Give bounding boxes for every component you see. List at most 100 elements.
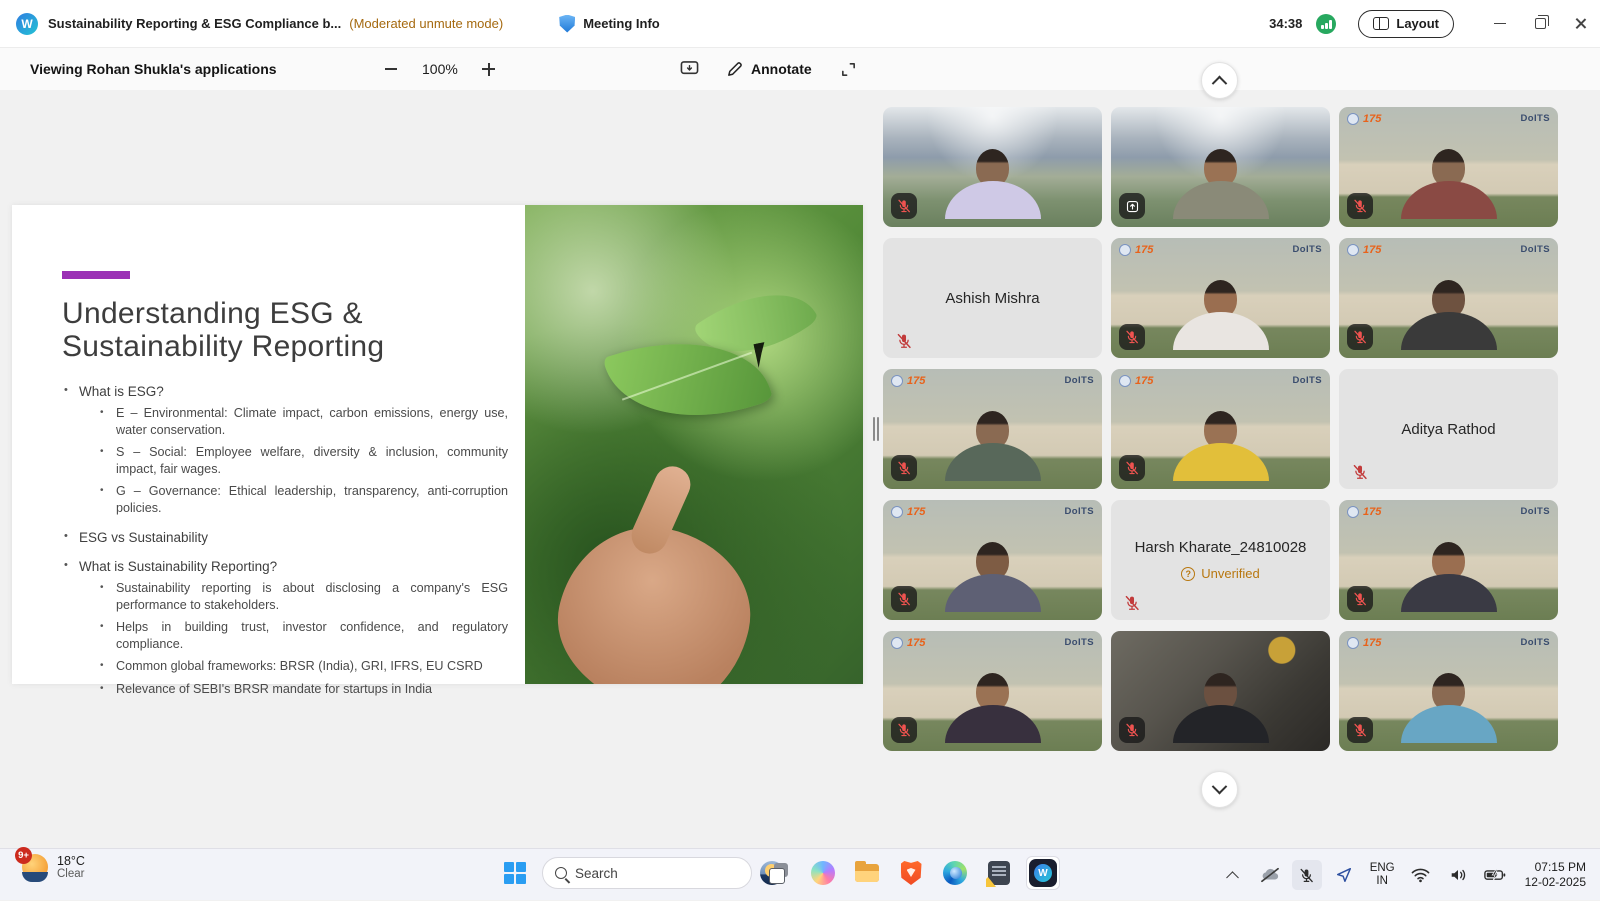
weather-widget[interactable]: 9+ 18°C Clear bbox=[22, 854, 85, 880]
volume-icon[interactable] bbox=[1443, 860, 1473, 890]
bullet: S – Social: Employee welfare, diversity … bbox=[98, 444, 508, 477]
layout-button[interactable]: Layout bbox=[1358, 10, 1454, 38]
meeting-title: Sustainability Reporting & ESG Complianc… bbox=[48, 16, 341, 31]
bullet: Helps in building trust, investor confid… bbox=[98, 619, 508, 652]
doits-watermark: DoITS bbox=[1065, 506, 1094, 517]
bullet: What is Sustainability Reporting? bbox=[62, 559, 520, 574]
tray-overflow-chevron[interactable] bbox=[1218, 860, 1248, 890]
participant-tile[interactable]: 175 DoITS bbox=[1111, 369, 1330, 489]
search-input[interactable] bbox=[575, 866, 752, 881]
iitr-seal-icon bbox=[1119, 244, 1131, 256]
copilot-icon[interactable] bbox=[806, 856, 840, 890]
iitr-seal-icon bbox=[1347, 113, 1359, 125]
participant-tile[interactable] bbox=[1111, 631, 1330, 751]
participant-name: Harsh Kharate_24810028 bbox=[1135, 539, 1307, 556]
shared-content-stage: Understanding ESG & Sustainability Repor… bbox=[0, 90, 1600, 848]
expand-icon[interactable] bbox=[838, 58, 860, 80]
iitr-seal-icon bbox=[891, 375, 903, 387]
doits-watermark: DoITS bbox=[1293, 244, 1322, 255]
participant-tile[interactable]: 175 DoITS bbox=[883, 369, 1102, 489]
show-on-monitor-icon[interactable] bbox=[678, 58, 700, 80]
meeting-info-button[interactable]: Meeting Info bbox=[559, 15, 660, 33]
shield-icon bbox=[559, 15, 575, 33]
participant-tile[interactable]: Aditya Rathod bbox=[1339, 369, 1558, 489]
file-explorer-icon[interactable] bbox=[850, 856, 884, 890]
doits-watermark: DoITS bbox=[1521, 637, 1550, 648]
mic-muted-icon bbox=[891, 586, 917, 612]
participant-name: Aditya Rathod bbox=[1401, 421, 1495, 438]
mic-muted-icon bbox=[895, 332, 913, 350]
participant-video bbox=[1169, 280, 1273, 358]
bullet: G – Governance: Ethical leadership, tran… bbox=[98, 483, 508, 516]
participant-video bbox=[941, 149, 1045, 227]
participant-video bbox=[1169, 411, 1273, 489]
mic-muted-icon bbox=[1119, 717, 1145, 743]
start-button[interactable] bbox=[498, 856, 532, 890]
weather-temp: 18°C bbox=[57, 854, 85, 868]
participant-tile[interactable]: 175 DoITS bbox=[1339, 500, 1558, 620]
notepad-icon[interactable] bbox=[982, 856, 1016, 890]
connection-quality-icon[interactable] bbox=[1316, 14, 1336, 34]
zoom-out-button[interactable] bbox=[380, 58, 402, 80]
webex-app-icon[interactable]: W bbox=[1026, 856, 1060, 890]
window-titlebar: W Sustainability Reporting & ESG Complia… bbox=[0, 0, 1600, 48]
mic-muted-icon bbox=[1119, 455, 1145, 481]
minimize-button[interactable] bbox=[1480, 7, 1520, 41]
zoom-in-button[interactable] bbox=[478, 58, 500, 80]
participant-tile[interactable]: 175 DoITS bbox=[1339, 631, 1558, 751]
annotate-button[interactable]: Annotate bbox=[726, 61, 812, 78]
onedrive-offline-icon[interactable] bbox=[1255, 860, 1285, 890]
unverified-icon bbox=[1181, 567, 1195, 581]
mic-muted-icon bbox=[891, 717, 917, 743]
edge-browser-icon[interactable] bbox=[938, 856, 972, 890]
participant-tile[interactable]: Ashish Mishra bbox=[883, 238, 1102, 358]
participant-grid: 175 DoITS Ashish Mishra 175 DoITS 175 Do… bbox=[883, 107, 1558, 751]
close-button[interactable] bbox=[1560, 7, 1600, 41]
zoom-level: 100% bbox=[422, 61, 458, 77]
collapse-panel-button[interactable] bbox=[1201, 62, 1238, 99]
participant-name: Ashish Mishra bbox=[945, 290, 1039, 307]
webex-logo-icon: W bbox=[16, 13, 38, 35]
slide-bullets: What is ESG? E – Environmental: Climate … bbox=[62, 373, 520, 697]
taskbar-clock[interactable]: 07:15 PM 12-02-2025 bbox=[1517, 860, 1592, 890]
tray-mic-muted-icon[interactable] bbox=[1292, 860, 1322, 890]
participant-tile[interactable] bbox=[883, 107, 1102, 227]
participant-tile[interactable]: 175 DoITS bbox=[883, 500, 1102, 620]
bullet: What is ESG? bbox=[62, 384, 520, 399]
location-in-use-icon[interactable] bbox=[1329, 860, 1359, 890]
participant-tile[interactable]: 175 DoITS bbox=[1111, 238, 1330, 358]
mic-muted-icon bbox=[1351, 463, 1369, 481]
participant-tile[interactable]: 175 DoITS bbox=[1339, 107, 1558, 227]
iitr-logo: 175 bbox=[891, 506, 925, 518]
maximize-button[interactable] bbox=[1520, 7, 1560, 41]
slide-title: Understanding ESG & Sustainability Repor… bbox=[62, 297, 384, 363]
iitr-logo: 175 bbox=[1119, 244, 1153, 256]
iitr-seal-icon bbox=[891, 506, 903, 518]
mic-muted-icon bbox=[1347, 193, 1373, 219]
wifi-icon[interactable] bbox=[1406, 860, 1436, 890]
mic-muted-icon bbox=[1119, 324, 1145, 350]
windows-taskbar: 9+ 18°C Clear W ENG bbox=[0, 848, 1600, 900]
notification-count-badge: 9+ bbox=[15, 847, 32, 864]
unverified-badge: Unverified bbox=[1181, 566, 1260, 581]
iitr-logo: 175 bbox=[891, 375, 925, 387]
taskbar-search[interactable] bbox=[542, 857, 752, 889]
participant-tile[interactable]: Harsh Kharate_24810028 Unverified bbox=[1111, 500, 1330, 620]
language-switcher[interactable]: ENG IN bbox=[1366, 862, 1399, 888]
mic-muted-icon bbox=[1123, 594, 1141, 612]
iitr-seal-icon bbox=[1347, 637, 1359, 649]
participant-video bbox=[1169, 673, 1273, 751]
panel-resize-handle[interactable] bbox=[871, 415, 881, 443]
scroll-participants-down-button[interactable] bbox=[1201, 771, 1238, 808]
bullet: ESG vs Sustainability bbox=[62, 530, 520, 545]
share-toolbar: Viewing Rohan Shukla's applications 100%… bbox=[0, 48, 1600, 90]
participant-tile[interactable]: 175 DoITS bbox=[883, 631, 1102, 751]
bullet: Sustainability reporting is about disclo… bbox=[98, 580, 508, 613]
brave-browser-icon[interactable] bbox=[894, 856, 928, 890]
doits-watermark: DoITS bbox=[1521, 244, 1550, 255]
participant-tile[interactable] bbox=[1111, 107, 1330, 227]
battery-charging-icon[interactable] bbox=[1480, 860, 1510, 890]
mic-muted-icon bbox=[1347, 717, 1373, 743]
participant-tile[interactable]: 175 DoITS bbox=[1339, 238, 1558, 358]
iitr-logo: 175 bbox=[1347, 637, 1381, 649]
